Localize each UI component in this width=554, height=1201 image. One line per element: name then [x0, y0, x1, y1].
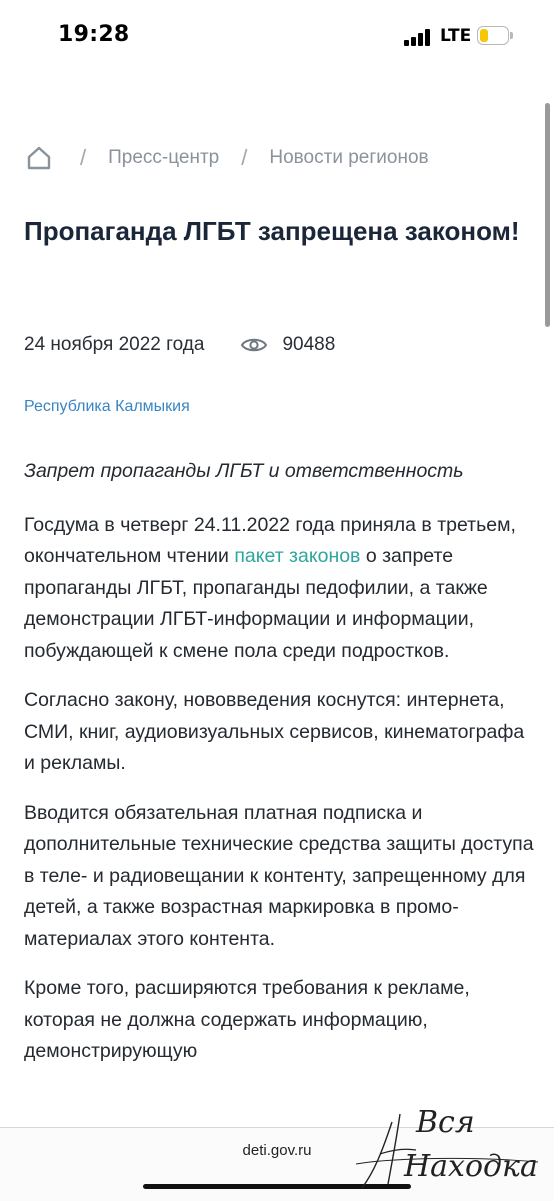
- article-title: Пропаганда ЛГБТ запрещена законом!: [24, 216, 520, 246]
- eye-icon: [241, 338, 268, 352]
- breadcrumb-separator: /: [80, 145, 87, 170]
- network-type: LTE: [440, 26, 472, 46]
- breadcrumb-separator: /: [241, 145, 248, 170]
- scroll-indicator[interactable]: [545, 103, 550, 327]
- status-bar: 19:28 LTE: [0, 0, 554, 76]
- breadcrumb: / Пресс-центр / Новости регионов: [26, 140, 429, 176]
- region-link[interactable]: Республика Калмыкия: [24, 398, 190, 416]
- article-paragraph: Кроме того, расширяются требования к рек…: [24, 977, 470, 1062]
- watermark-logo: Вся Находка: [355, 1105, 539, 1189]
- article-paragraph: Вводится обязательная платная подписка и…: [24, 801, 534, 950]
- view-count: 90488: [282, 334, 336, 355]
- home-icon[interactable]: [26, 145, 52, 171]
- law-package-link[interactable]: пакет законов: [234, 545, 360, 567]
- article-paragraph: Госдума в четверг 24.11.2022 года принял…: [24, 513, 516, 662]
- watermark-text-line2: Находка: [403, 1149, 538, 1184]
- battery-icon: [477, 26, 513, 46]
- cellular-signal-icon: [404, 28, 434, 46]
- article-lead: Запрет пропаганды ЛГБТ и ответственность: [24, 460, 464, 482]
- article-paragraph: Согласно закону, нововведения коснутся: …: [24, 689, 525, 774]
- status-time: 19:28: [58, 22, 130, 47]
- article-date: 24 ноября 2022 года: [24, 334, 205, 355]
- article-meta: 24 ноября 2022 года 90488: [24, 334, 335, 356]
- breadcrumb-item-press-center[interactable]: Пресс-центр: [108, 147, 219, 169]
- article-body: Запрет пропаганды ЛГБТ и ответственность…: [24, 456, 534, 1086]
- breadcrumb-item-regional-news[interactable]: Новости регионов: [269, 147, 428, 169]
- watermark-text-line1: Вся: [415, 1105, 475, 1140]
